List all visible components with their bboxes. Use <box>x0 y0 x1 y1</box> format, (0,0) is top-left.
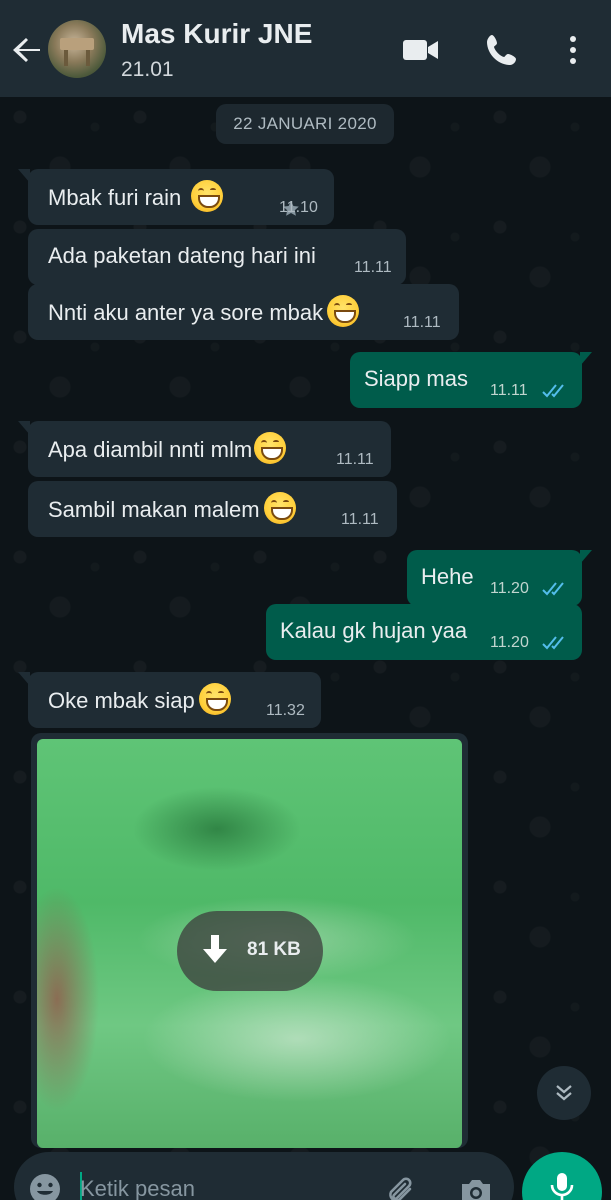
message-text: Siapp mas <box>364 366 468 391</box>
message-incoming[interactable]: Ada paketan dateng hari ini 11.11 <box>28 229 406 285</box>
message-text: Kalau gk hujan yaa <box>280 618 468 643</box>
message-text: Hehe <box>421 564 474 589</box>
message-text: Oke mbak siap <box>48 687 195 713</box>
message-time: 11.11 <box>354 259 392 276</box>
read-receipt-icon <box>542 636 564 650</box>
camera-icon[interactable] <box>458 1174 494 1200</box>
message-text: Ada paketan dateng hari ini <box>48 243 316 268</box>
video-call-icon[interactable] <box>401 30 441 70</box>
message-outgoing[interactable]: Hehe 11.20 <box>407 550 592 606</box>
message-text: Apa diambil nnti mlm <box>48 436 253 462</box>
message-time: 11.20 <box>490 580 529 597</box>
message-outgoing[interactable]: Kalau gk hujan yaa 11.20 <box>266 604 582 660</box>
message-incoming[interactable]: Nnti aku anter ya sore mbak 11.11 <box>28 284 459 340</box>
attach-icon[interactable] <box>384 1174 418 1200</box>
grinning-face-emoji <box>327 295 360 327</box>
message-time: 11.20 <box>490 634 529 651</box>
read-receipt-icon <box>542 384 564 398</box>
chat-header: Mas Kurir JNE 21.01 <box>0 0 611 97</box>
message-input[interactable]: Ketik pesan <box>80 1176 195 1200</box>
message-outgoing[interactable]: Siapp mas 11.11 <box>350 352 592 408</box>
message-time: 11.11 <box>336 451 374 468</box>
message-text: Mbak furi rain <box>48 184 182 210</box>
message-time: 11.10 <box>279 199 318 216</box>
message-time: 11.11 <box>403 314 441 331</box>
message-time: 11.11 <box>341 511 379 528</box>
grinning-sweat-face-emoji <box>254 432 287 464</box>
message-text: Nnti aku anter ya sore mbak <box>48 299 324 325</box>
message-time: 11.32 <box>266 702 305 719</box>
back-arrow-icon[interactable] <box>10 32 46 68</box>
message-composer[interactable]: Ketik pesan <box>14 1152 514 1200</box>
last-seen[interactable]: 21.01 <box>121 58 174 82</box>
voice-call-icon[interactable] <box>482 30 522 70</box>
message-incoming[interactable]: Apa diambil nnti mlm 11.11 <box>18 421 391 477</box>
read-receipt-icon <box>542 582 564 596</box>
contact-name[interactable]: Mas Kurir JNE <box>121 18 312 50</box>
message-incoming[interactable]: Oke mbak siap 11.32 <box>18 672 321 728</box>
message-text: Sambil makan malem <box>48 496 260 522</box>
scroll-to-bottom-button[interactable] <box>537 1066 591 1120</box>
more-vertical-icon[interactable] <box>553 30 593 70</box>
contact-avatar[interactable] <box>48 20 106 78</box>
grinning-face-emoji <box>191 180 224 212</box>
message-time: 11.11 <box>490 382 528 399</box>
message-incoming[interactable]: Mbak furi rain 11.10 <box>18 169 334 225</box>
grinning-face-emoji <box>263 492 296 524</box>
double-chevron-down-icon <box>556 1085 572 1101</box>
download-button[interactable]: 81 KB <box>177 911 323 991</box>
message-incoming[interactable]: Sambil makan malem 11.11 <box>28 481 397 537</box>
mic-icon <box>550 1173 574 1200</box>
emoji-icon[interactable] <box>28 1172 62 1200</box>
date-separator: 22 JANUARI 2020 <box>216 104 394 144</box>
grinning-face-emoji <box>198 683 231 715</box>
download-size: 81 KB <box>247 939 301 960</box>
download-arrow-icon <box>203 935 227 963</box>
